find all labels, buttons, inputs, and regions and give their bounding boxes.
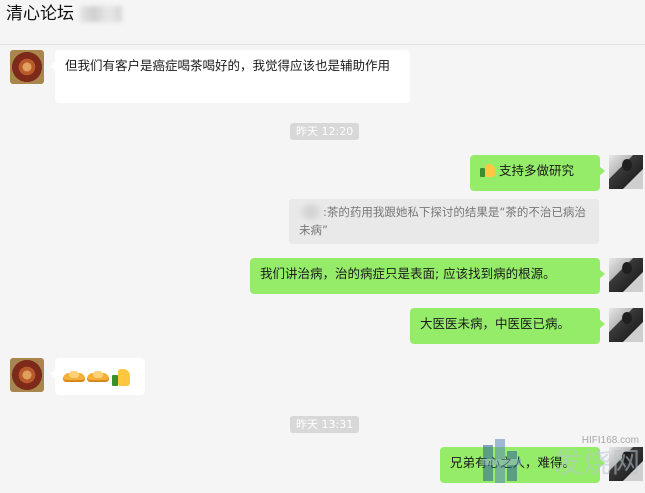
my-avatar[interactable] [609,308,643,342]
handshake-icon [63,368,85,386]
quote-text: :茶的药用我跟她私下探讨的结果是“茶的不治已病治未病” [299,205,586,237]
my-avatar[interactable] [609,258,643,292]
thumbs-up-icon [480,162,496,178]
message-text: 但我们有客户是癌症喝茶喝好的，我觉得应该也是辅助作用 [65,58,391,73]
message-bubble-outgoing[interactable]: 支持多做研究 [470,155,605,191]
sender-avatar[interactable] [10,358,44,392]
timestamp: 昨天 12:20 [290,123,360,140]
message-text: 支持多做研究 [499,163,575,178]
handshake-icon [87,368,109,386]
redacted-name [80,6,122,22]
watermark-text: 发烧网 [553,446,641,479]
thumbs-up-icon [111,367,131,387]
timestamp: 昨天 13:31 [290,416,360,433]
redacted-quote-name [299,203,323,221]
site-watermark: HIFI168.com 发烧网 [481,435,641,487]
message-text: 我们讲治病，治的病症只是表面; 应该找到病的根源。 [260,266,556,281]
chat-header: 清心论坛 [0,0,645,45]
message-bubble-incoming[interactable] [50,358,145,395]
my-avatar[interactable] [609,155,643,189]
message-bubble-outgoing[interactable]: 大医医未病，中医医已病。 [410,308,605,344]
message-bubble-outgoing[interactable]: 我们讲治病，治的病症只是表面; 应该找到病的根源。 [250,258,605,294]
message-bubble-incoming[interactable]: 但我们有客户是癌症喝茶喝好的，我觉得应该也是辅助作用 [50,50,410,103]
chat-title: 清心论坛 [6,4,74,24]
message-text: 大医医未病，中医医已病。 [420,316,571,331]
watermark-logo-icon [481,439,521,483]
quoted-message[interactable]: :茶的药用我跟她私下探讨的结果是“茶的不治已病治未病” [289,199,599,244]
sender-avatar[interactable] [10,50,44,84]
